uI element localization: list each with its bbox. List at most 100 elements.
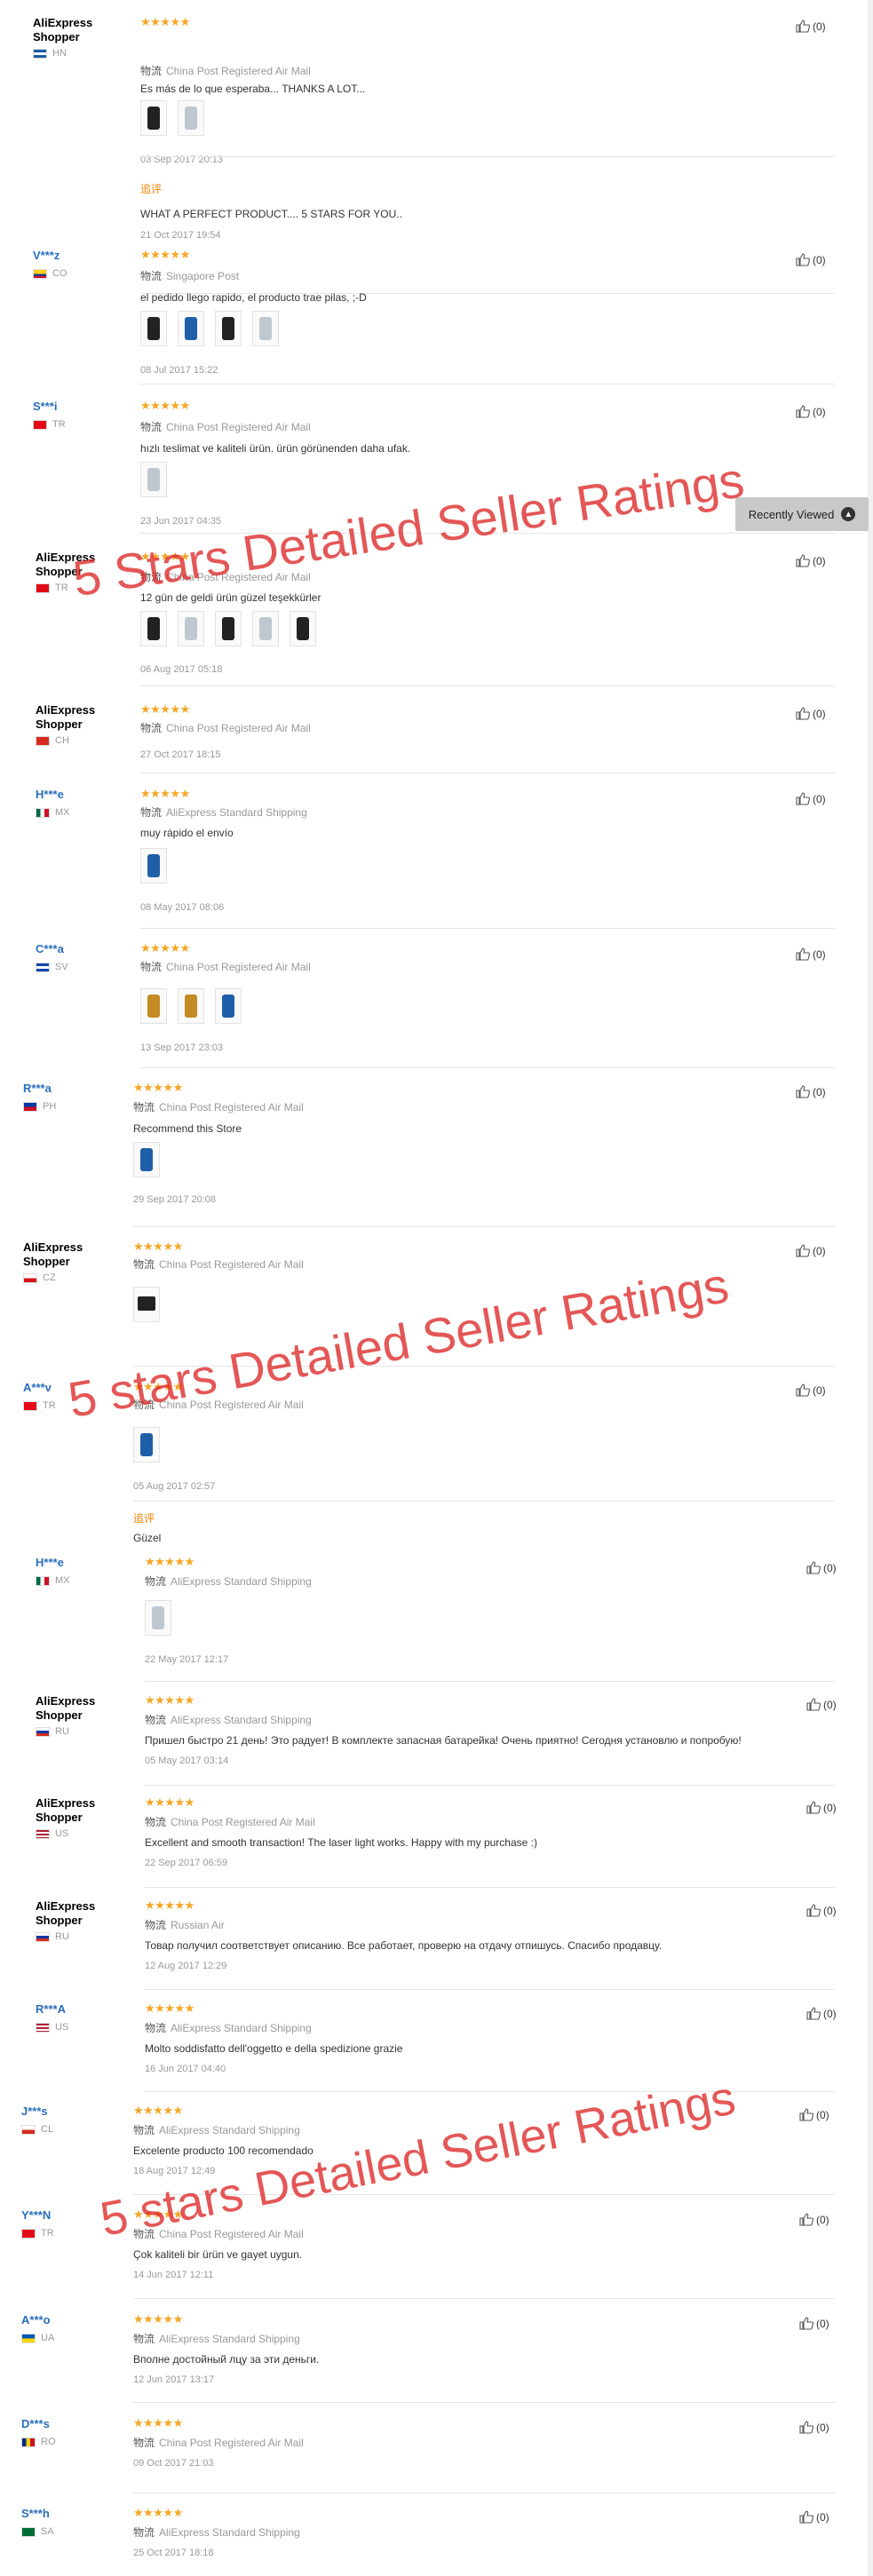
shipping-method: 物流 AliExpress Standard Shipping <box>145 1575 312 1588</box>
review-photo-thumbnail[interactable] <box>215 311 242 346</box>
review-photo-thumbnail[interactable] <box>290 611 316 646</box>
reviewer-name[interactable]: H***e <box>36 788 133 802</box>
review-date: 29 Sep 2017 20:08 <box>133 1194 216 1205</box>
shipping-method: 物流 AliExpress Standard Shipping <box>140 806 307 819</box>
country-flag-icon <box>33 268 47 279</box>
reviewer-name[interactable]: Y***N <box>21 2208 119 2223</box>
watermark-text: 5 stars Detailed Seller Ratings <box>96 2071 740 2247</box>
reviewer-name[interactable]: C***a <box>36 942 133 956</box>
star-rating: ★★★★★ <box>140 399 190 412</box>
helpful-button[interactable]: (0) <box>806 1698 837 1711</box>
helpful-button[interactable]: (0) <box>796 1383 826 1397</box>
star-rating: ★★★★★ <box>145 1693 194 1707</box>
product-image <box>185 617 197 640</box>
review-text: el pedido llego rapido, el producto trae… <box>140 291 367 304</box>
review-date: 05 Aug 2017 02:57 <box>133 1481 216 1492</box>
review-text: 12 gün de geldi ürün güzel teşekkürler <box>140 591 321 604</box>
helpful-button[interactable]: (0) <box>796 554 826 567</box>
helpful-button[interactable]: (0) <box>796 1085 826 1098</box>
reviewer-name: AliExpress Shopper <box>36 551 96 578</box>
review-photo-thumbnail[interactable] <box>178 611 204 646</box>
reviewer-name[interactable]: R***A <box>36 2002 133 2017</box>
helpful-button[interactable]: (0) <box>799 2421 829 2434</box>
review-photo-thumbnail[interactable] <box>133 1427 160 1462</box>
thumbs-up-icon <box>799 2421 813 2434</box>
star-rating: ★★★★★ <box>133 1380 183 1393</box>
review-photo-thumbnail[interactable] <box>140 311 167 346</box>
shipping-name: China Post Registered Air Mail <box>159 1399 304 1411</box>
star-rating: ★★★★★ <box>133 2104 183 2117</box>
review-photo-thumbnail[interactable] <box>215 611 242 646</box>
reviewer-name[interactable]: S***h <box>21 2507 119 2521</box>
reviewer-name[interactable]: V***z <box>33 249 131 263</box>
reviewer-country: CZ <box>23 1272 56 1283</box>
shipping-method: 物流 AliExpress Standard Shipping <box>145 1714 312 1726</box>
product-image <box>185 995 197 1018</box>
helpful-button[interactable]: (0) <box>799 2213 829 2226</box>
review-photo-thumbnail[interactable] <box>140 100 167 136</box>
thumbs-up-icon <box>796 405 810 418</box>
thumbs-up-icon <box>796 20 810 33</box>
helpful-button[interactable]: (0) <box>806 1561 837 1574</box>
reviewer-name[interactable]: J***s <box>21 2104 119 2119</box>
helpful-button[interactable]: (0) <box>799 2510 829 2524</box>
helpful-button[interactable]: (0) <box>796 947 826 961</box>
review-photo-thumbnail[interactable] <box>178 311 204 346</box>
star-rating: ★★★★★ <box>145 1795 194 1809</box>
review-photo-thumbnail[interactable] <box>252 611 279 646</box>
review-photos <box>145 1600 171 1636</box>
thumbs-up-icon <box>796 947 810 961</box>
star-rating: ★★★★★ <box>133 2207 183 2221</box>
review-photo-thumbnail[interactable] <box>178 100 204 136</box>
review-photo-thumbnail[interactable] <box>140 848 167 884</box>
shipping-method: 物流 China Post Registered Air Mail <box>133 1258 304 1271</box>
review-photo-thumbnail[interactable] <box>252 311 279 346</box>
helpful-button[interactable]: (0) <box>799 2317 829 2330</box>
helpful-button[interactable]: (0) <box>796 405 826 418</box>
star-rating: ★★★★★ <box>133 2312 183 2326</box>
recently-viewed-button[interactable]: Recently Viewed ▲ <box>735 497 869 531</box>
review-date: 18 Aug 2017 12:49 <box>133 2166 216 2176</box>
review-photo-thumbnail[interactable] <box>140 611 167 646</box>
helpful-count: (0) <box>816 2421 829 2434</box>
review-divider <box>145 2091 835 2092</box>
review-photo-thumbnail[interactable] <box>133 1142 160 1177</box>
review-date: 22 May 2017 12:17 <box>145 1654 229 1665</box>
reviewer-name[interactable]: A***o <box>21 2313 119 2327</box>
review-photo-thumbnail[interactable] <box>145 1600 171 1636</box>
review-photo-thumbnail[interactable] <box>178 988 204 1024</box>
reviewer-name[interactable]: S***i <box>33 400 131 414</box>
star-rating: ★★★★★ <box>140 702 190 716</box>
helpful-button[interactable]: (0) <box>796 20 826 33</box>
shipping-name: China Post Registered Air Mail <box>159 1258 304 1271</box>
helpful-button[interactable]: (0) <box>796 792 826 805</box>
reviewer-name[interactable]: D***s <box>21 2417 119 2431</box>
star-rating: ★★★★★ <box>133 2506 183 2519</box>
review-photo-thumbnail[interactable] <box>133 1287 160 1322</box>
star-rating: ★★★★★ <box>133 1081 183 1094</box>
helpful-button[interactable]: (0) <box>796 707 826 720</box>
reviewer-name[interactable]: A***v <box>23 1381 121 1395</box>
review-photo-thumbnail[interactable] <box>140 988 167 1024</box>
product-image <box>147 854 160 877</box>
thumbs-up-icon <box>799 2213 813 2226</box>
helpful-button[interactable]: (0) <box>806 1904 837 1917</box>
review-photo-thumbnail[interactable] <box>215 988 242 1024</box>
reviewer-country: US <box>36 2022 68 2033</box>
reviewer-name[interactable]: H***e <box>36 1556 133 1570</box>
helpful-button[interactable]: (0) <box>806 1801 837 1814</box>
review-text: Excellent and smooth transaction! The la… <box>145 1836 537 1849</box>
review-photo-thumbnail[interactable] <box>140 462 167 497</box>
reviewer-name[interactable]: R***a <box>23 1082 121 1096</box>
scrollbar[interactable] <box>868 0 873 2576</box>
helpful-button[interactable]: (0) <box>806 2007 837 2020</box>
helpful-button[interactable]: (0) <box>796 253 826 266</box>
reviewer-country: RU <box>36 1726 69 1737</box>
helpful-button[interactable]: (0) <box>796 1244 826 1257</box>
country-code: SA <box>41 2526 54 2537</box>
shipping-label: 物流 <box>145 1919 167 1931</box>
shipping-name: China Post Registered Air Mail <box>166 571 311 583</box>
followup-date: 21 Oct 2017 19:54 <box>140 230 221 241</box>
helpful-button[interactable]: (0) <box>799 2108 829 2121</box>
shipping-method: 物流 China Post Registered Air Mail <box>140 421 311 433</box>
